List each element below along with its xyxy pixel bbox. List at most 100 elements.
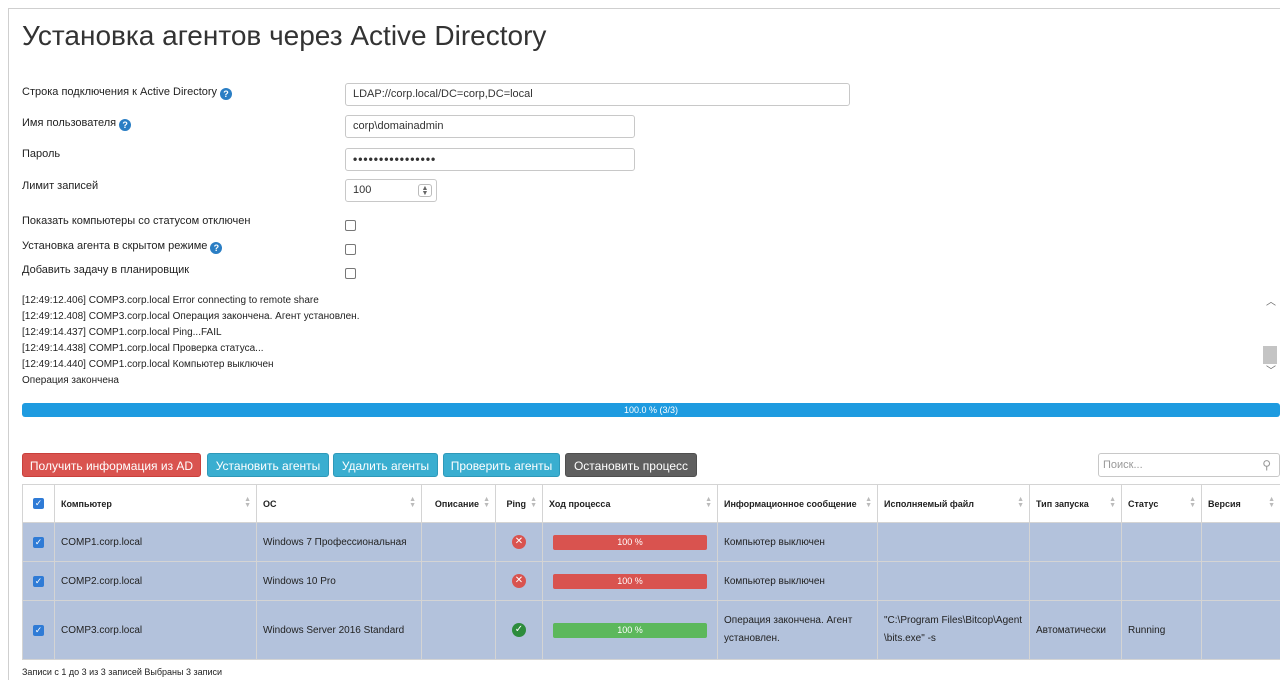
scheduler-checkbox[interactable] — [345, 268, 356, 279]
col-executable[interactable]: Исполняемый файл ▲ ▼ — [877, 484, 1030, 523]
sort-icon: ▲ ▼ — [865, 496, 872, 509]
cell-progress: 100 % — [542, 561, 718, 601]
table-header-row: ✓ Компьютер ▲ ▼ ОС ▲ ▼ Описание ▲ ▼ Ping ▲ ▼ Ход… — [22, 484, 1280, 523]
hidden-mode-label: Установка агента в скрытом режиме? — [22, 240, 223, 254]
cell-version — [1201, 561, 1280, 601]
ping-fail-icon: ✕ — [512, 535, 526, 549]
username-label: Имя пользователя? — [22, 117, 132, 131]
page-title: Установка агентов через Active Directory — [22, 20, 547, 51]
cell-status — [1121, 522, 1202, 562]
remove-agents-button[interactable]: Удалить агенты — [333, 453, 438, 477]
search-icon: ⚲ — [1262, 458, 1271, 472]
sort-icon: ▲ ▼ — [409, 496, 416, 509]
cell-os: Windows 10 Pro — [256, 561, 422, 601]
cell-status — [1121, 561, 1202, 601]
cell-executable: "C:\Program Files\Bitcop\Agent\bits.exe"… — [877, 600, 1030, 660]
scheduler-label: Добавить задачу в планировщик — [22, 264, 190, 276]
cell-ping: ✓ — [495, 600, 543, 660]
log-line: Операция закончена — [22, 375, 119, 386]
sort-icon: ▲ ▼ — [1017, 496, 1024, 509]
password-dots: •••••••••••••••• — [353, 152, 437, 166]
row-checkbox[interactable]: ✓ — [22, 522, 55, 562]
cell-launch-type: Автоматически — [1029, 600, 1122, 660]
sort-icon: ▲ ▼ — [244, 496, 251, 509]
sort-icon: ▲ ▼ — [1189, 496, 1196, 509]
check-agents-button[interactable]: Проверить агенты — [443, 453, 560, 477]
log-line: [12:49:12.408] COMP3.corp.local Операция… — [22, 311, 360, 322]
col-description[interactable]: Описание ▲ ▼ — [421, 484, 496, 523]
ping-fail-icon: ✕ — [512, 574, 526, 588]
cell-description — [421, 561, 496, 601]
log-line: [12:49:14.438] COMP1.corp.local Проверка… — [22, 343, 264, 354]
cell-executable — [877, 522, 1030, 562]
cell-version — [1201, 522, 1280, 562]
spinner-icon[interactable]: ▲ ▼ — [418, 184, 432, 197]
ping-ok-icon: ✓ — [512, 623, 526, 637]
cell-computer: COMP3.corp.local — [54, 600, 257, 660]
cell-message: Операция закончена. Агент установлен. — [717, 600, 878, 660]
install-agents-button[interactable]: Установить агенты — [207, 453, 329, 477]
row-checkbox[interactable]: ✓ — [22, 561, 55, 601]
sort-icon: ▲ ▼ — [530, 496, 537, 509]
row-progress-bar: 100 % — [553, 534, 707, 550]
scroll-up-icon[interactable]: ︿ — [1266, 293, 1276, 308]
col-message[interactable]: Информационное сообщение ▲ ▼ — [717, 484, 878, 523]
table-row[interactable]: ✓ COMP2.corp.local Windows 10 Pro ✕ 100 … — [22, 561, 1280, 601]
cell-progress: 100 % — [542, 522, 718, 562]
cell-os: Windows 7 Профессиональная — [256, 522, 422, 562]
col-os[interactable]: ОС ▲ ▼ — [256, 484, 422, 523]
cell-message: Компьютер выключен — [717, 561, 878, 601]
cell-computer: COMP2.corp.local — [54, 561, 257, 601]
cell-message: Компьютер выключен — [717, 522, 878, 562]
col-progress[interactable]: Ход процесса ▲ ▼ — [542, 484, 718, 523]
password-input[interactable]: •••••••••••••••• — [345, 148, 635, 171]
stop-process-button[interactable]: Остановить процесс — [565, 453, 697, 477]
connection-label: Строка подключения к Active Directory? — [22, 86, 233, 100]
table-row[interactable]: ✓ COMP3.corp.local Windows Server 2016 S… — [22, 600, 1280, 660]
help-icon[interactable]: ? — [220, 88, 233, 100]
cell-description — [421, 522, 496, 562]
search-input[interactable]: Поиск... ⚲ — [1098, 453, 1280, 477]
col-computer[interactable]: Компьютер ▲ ▼ — [54, 484, 257, 523]
table-footer-info: Записи с 1 до 3 из 3 записей Выбраны 3 з… — [22, 667, 223, 677]
help-icon[interactable]: ? — [119, 119, 132, 131]
connection-string-input[interactable]: LDAP://corp.local/DC=corp,DC=local — [345, 83, 850, 106]
cell-ping: ✕ — [495, 561, 543, 601]
col-ping[interactable]: Ping ▲ ▼ — [495, 484, 543, 523]
log-output[interactable]: [12:49:12.406] COMP3.corp.local Error co… — [22, 293, 1280, 395]
scroll-down-icon[interactable]: ﹀ — [1266, 362, 1276, 377]
col-status[interactable]: Статус ▲ ▼ — [1121, 484, 1202, 523]
computers-table: ✓ Компьютер ▲ ▼ ОС ▲ ▼ Описание ▲ ▼ Ping ▲ ▼ Ход… — [22, 484, 1280, 660]
log-line: [12:49:14.440] COMP1.corp.local Компьюте… — [22, 359, 274, 370]
log-line: [12:49:14.437] COMP1.corp.local Ping...F… — [22, 327, 222, 338]
get-ad-info-button[interactable]: Получить информация из AD — [22, 453, 201, 477]
cell-os: Windows Server 2016 Standard — [256, 600, 422, 660]
cell-launch-type — [1029, 522, 1122, 562]
col-version[interactable]: Версия ▲ ▼ — [1201, 484, 1280, 523]
password-label: Пароль — [22, 148, 61, 160]
sort-icon: ▲ ▼ — [1109, 496, 1116, 509]
cell-executable — [877, 561, 1030, 601]
cell-ping: ✕ — [495, 522, 543, 562]
row-progress-bar: 100 % — [553, 573, 707, 589]
username-input[interactable]: corp\domainadmin — [345, 115, 635, 138]
cell-computer: COMP1.corp.local — [54, 522, 257, 562]
show-disabled-checkbox[interactable] — [345, 220, 356, 231]
sort-icon: ▲ ▼ — [1268, 496, 1275, 509]
cell-progress: 100 % — [542, 600, 718, 660]
sort-icon: ▲ ▼ — [483, 496, 490, 509]
cell-description — [421, 600, 496, 660]
limit-input[interactable]: 100 ▲ ▼ — [345, 179, 437, 202]
table-row[interactable]: ✓ COMP1.corp.local Windows 7 Профессиона… — [22, 522, 1280, 562]
sort-icon: ▲ ▼ — [705, 496, 712, 509]
overall-progress-bar: 100.0 % (3/3) — [22, 403, 1280, 417]
row-progress-bar: 100 % — [553, 622, 707, 638]
row-checkbox[interactable]: ✓ — [22, 600, 55, 660]
show-disabled-label: Показать компьютеры со статусом отключен — [22, 215, 251, 227]
help-icon[interactable]: ? — [210, 242, 223, 254]
cell-launch-type — [1029, 561, 1122, 601]
select-all-checkbox[interactable]: ✓ — [22, 484, 55, 523]
hidden-mode-checkbox[interactable] — [345, 244, 356, 255]
limit-label: Лимит записей — [22, 180, 99, 192]
col-launch-type[interactable]: Тип запуска ▲ ▼ — [1029, 484, 1122, 523]
